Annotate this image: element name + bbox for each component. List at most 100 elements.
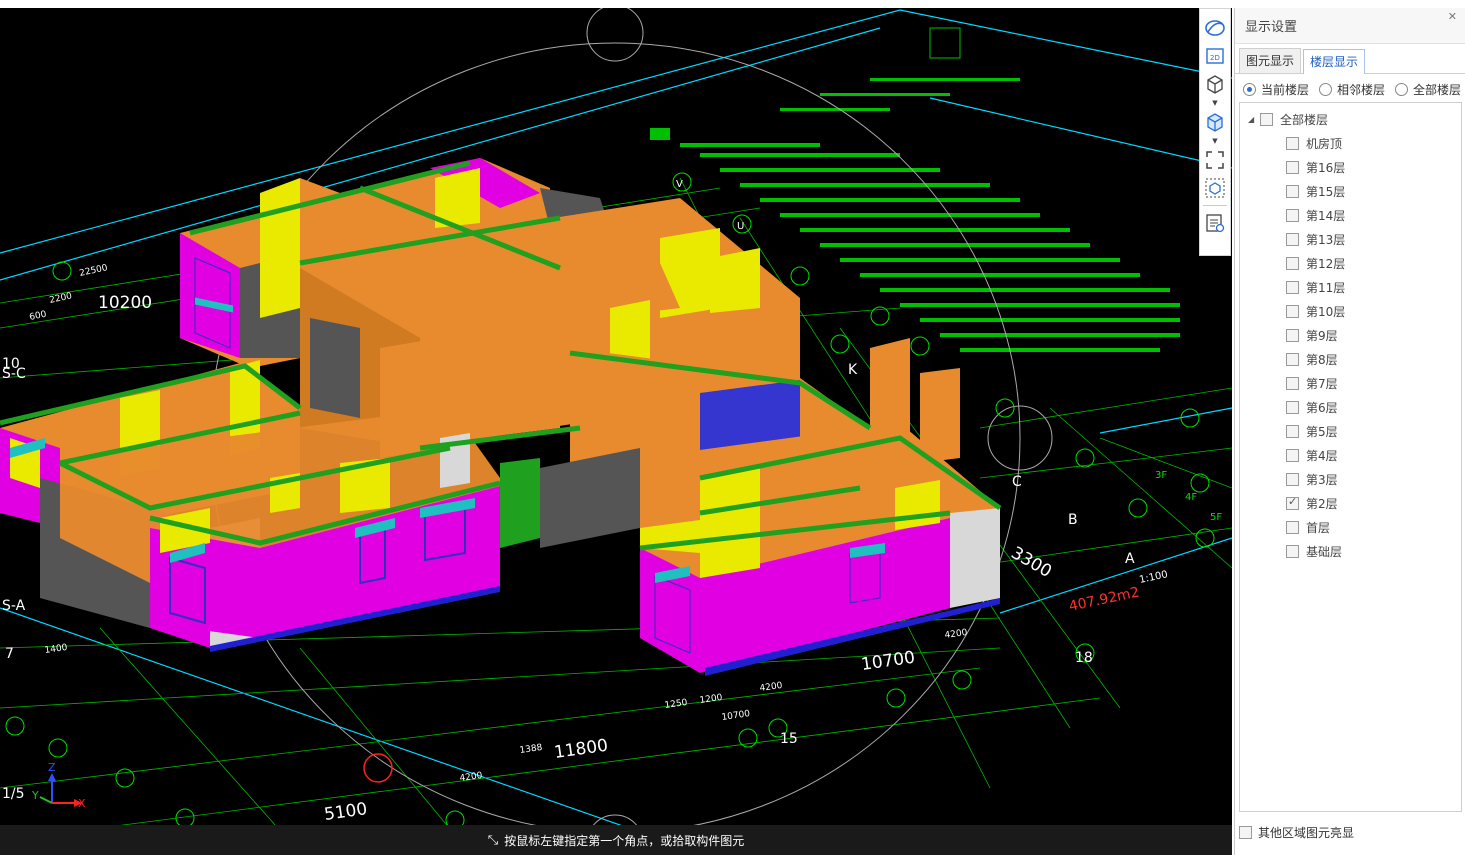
panel-header: 显示设置 ✕ <box>1235 8 1465 44</box>
checkbox[interactable] <box>1286 256 1299 270</box>
tab-floor-display[interactable]: 楼层显示 <box>1303 49 1366 74</box>
floor-item[interactable]: 第12层 <box>1240 251 1461 275</box>
radio-indicator[interactable] <box>1395 82 1408 96</box>
floor-mode-radios: 当前楼层 相邻楼层 全部楼层 <box>1235 74 1465 104</box>
floor-item[interactable]: 第6层 <box>1240 395 1461 419</box>
floor-item[interactable]: 第2层 <box>1240 491 1461 515</box>
floor-label: 第7层 <box>1306 376 1338 391</box>
floor-item[interactable]: 第10层 <box>1240 299 1461 323</box>
floor-item[interactable]: 第15层 <box>1240 179 1461 203</box>
chevron-down-icon[interactable]: ▼ <box>1210 137 1220 145</box>
floor-item[interactable]: 第7层 <box>1240 371 1461 395</box>
floor-item[interactable]: 第4层 <box>1240 443 1461 467</box>
radio-all-floors[interactable]: 全部楼层 <box>1395 81 1461 98</box>
checkbox[interactable] <box>1286 520 1299 534</box>
axis-label: 7 <box>5 646 14 662</box>
axis-label: 15 <box>780 731 798 747</box>
caret-down-icon[interactable]: ◢ <box>1248 115 1260 124</box>
axis-label: C <box>1012 474 1022 490</box>
dim-label: 22500 <box>79 263 109 279</box>
floor-item[interactable]: 第5层 <box>1240 419 1461 443</box>
checkbox[interactable] <box>1286 160 1299 174</box>
floor-label: 第13层 <box>1306 232 1346 247</box>
floor-item[interactable]: 第8层 <box>1240 347 1461 371</box>
toolbar-divider <box>1203 205 1227 206</box>
display-settings-panel: 显示设置 ✕ 图元显示 楼层显示 当前楼层 相邻楼层 全部楼层 ◢ 全部楼层 机… <box>1234 8 1465 855</box>
settings-list-icon[interactable] <box>1202 210 1228 236</box>
radio-label: 相邻楼层 <box>1337 82 1386 97</box>
floor-item[interactable]: 机房顶 <box>1240 131 1461 155</box>
checkbox[interactable] <box>1286 400 1299 414</box>
dim-label: 1388 <box>519 743 543 756</box>
checkbox[interactable] <box>1286 495 1299 510</box>
radio-adjacent-floors[interactable]: 相邻楼层 <box>1319 81 1385 98</box>
floor-label: 第3层 <box>1306 472 1338 487</box>
floor-item[interactable]: 第16层 <box>1240 155 1461 179</box>
3d-viewport[interactable]: 10200 11800 10700 5100 5000 3300 22500 2… <box>0 8 1232 855</box>
floor-label: 第10层 <box>1306 304 1346 319</box>
checkbox[interactable] <box>1286 376 1299 390</box>
region-3d-icon[interactable] <box>1202 175 1228 201</box>
dim-label: 10700 <box>860 648 916 675</box>
checkbox[interactable] <box>1286 448 1299 462</box>
floor-label: 第8层 <box>1306 352 1338 367</box>
checkbox[interactable] <box>1286 136 1299 150</box>
pick-cursor-icon: ⤡ <box>487 832 499 848</box>
floor-item[interactable]: 首层 <box>1240 515 1461 539</box>
floor-label: 第15层 <box>1306 184 1346 199</box>
checkbox[interactable] <box>1286 304 1299 318</box>
axis-label: 18 <box>1075 650 1093 666</box>
radio-indicator[interactable] <box>1319 82 1332 96</box>
floor-item[interactable]: 第13层 <box>1240 227 1461 251</box>
floor-label: 首层 <box>1306 520 1331 535</box>
dim-label: 4200 <box>759 681 783 694</box>
checkbox[interactable] <box>1286 208 1299 222</box>
highlight-other-regions-option[interactable]: 其他区域图元亮显 <box>1239 824 1354 841</box>
floor-label: 第9层 <box>1306 328 1338 343</box>
checkbox[interactable] <box>1286 544 1299 558</box>
floor-item[interactable]: 第9层 <box>1240 323 1461 347</box>
view-toolbar: 2D ▼ ▼ <box>1199 8 1231 256</box>
checkbox[interactable] <box>1286 424 1299 438</box>
3d-box-filled-icon[interactable] <box>1202 109 1228 135</box>
radio-current-floor[interactable]: 当前楼层 <box>1243 81 1309 98</box>
panel-tabs: 图元显示 楼层显示 <box>1235 48 1465 74</box>
dim-label: 5100 <box>323 799 369 825</box>
axis-label: U <box>737 221 744 232</box>
floor-item[interactable]: 第14层 <box>1240 203 1461 227</box>
axis-gizmo: Z Y X <box>31 761 86 810</box>
checkbox[interactable] <box>1286 472 1299 486</box>
radio-indicator[interactable] <box>1243 82 1256 96</box>
dim-label: 10700 <box>721 709 751 723</box>
chevron-down-icon[interactable]: ▼ <box>1210 99 1220 107</box>
area-label: 407.92m2 <box>1068 584 1141 615</box>
fit-view-icon[interactable] <box>1202 147 1228 173</box>
checkbox[interactable] <box>1239 826 1252 839</box>
floor-item[interactable]: 第11层 <box>1240 275 1461 299</box>
floor-item[interactable]: 第3层 <box>1240 467 1461 491</box>
3d-box-icon[interactable] <box>1202 71 1228 97</box>
footer-label: 其他区域图元亮显 <box>1258 826 1355 840</box>
checkbox[interactable] <box>1260 112 1273 126</box>
axis-label: A <box>1125 551 1135 567</box>
checkbox[interactable] <box>1286 184 1299 198</box>
floor-label: 4F <box>1185 492 1197 503</box>
2d-view-icon[interactable]: 2D <box>1202 43 1228 69</box>
dim-label: 1200 <box>699 693 723 706</box>
checkbox[interactable] <box>1286 352 1299 366</box>
building-model <box>0 158 1002 676</box>
checkbox[interactable] <box>1286 328 1299 342</box>
tab-element-display[interactable]: 图元显示 <box>1239 48 1302 73</box>
scale-label: 1:100 <box>1138 569 1168 586</box>
floor-item[interactable]: 基础层 <box>1240 539 1461 563</box>
close-icon[interactable]: ✕ <box>1448 10 1457 23</box>
dim-label: 11800 <box>553 736 609 763</box>
floor-label: 第2层 <box>1306 496 1338 511</box>
checkbox[interactable] <box>1286 280 1299 294</box>
model-scene[interactable]: 10200 11800 10700 5100 5000 3300 22500 2… <box>0 8 1232 855</box>
tree-root-all-floors[interactable]: ◢ 全部楼层 <box>1240 107 1461 131</box>
floor-label: 第4层 <box>1306 448 1338 463</box>
checkbox[interactable] <box>1286 232 1299 246</box>
orbit-icon[interactable] <box>1202 15 1228 41</box>
floor-label: 3F <box>1155 470 1167 481</box>
